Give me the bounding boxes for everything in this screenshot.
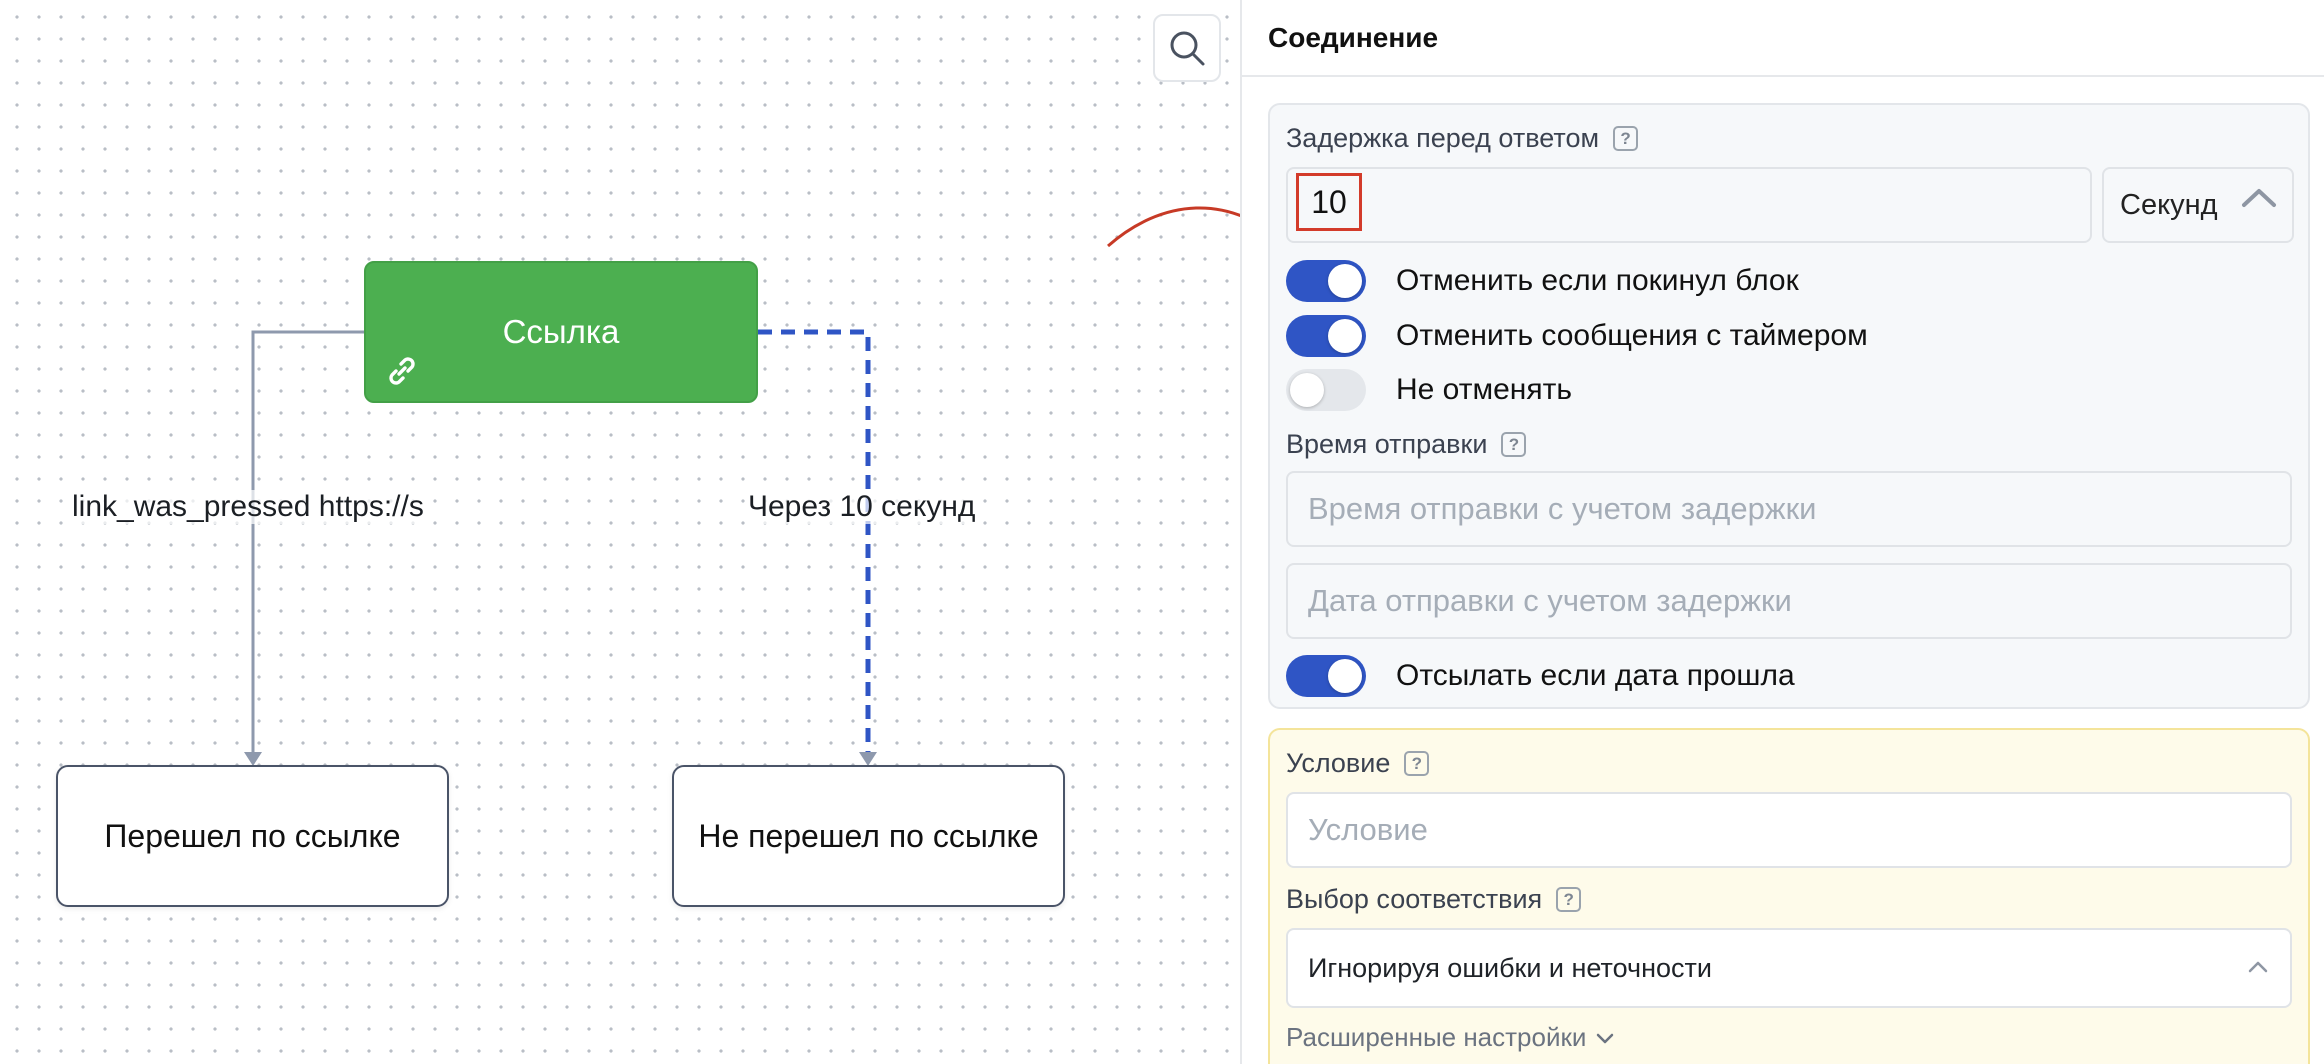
condition-label-row: Условие ?: [1286, 748, 1430, 779]
advanced-settings-label: Расширенные настройки: [1286, 1022, 1587, 1052]
send-date-placeholder: Дата отправки с учетом задержки: [1308, 583, 1792, 618]
node-not-clicked-label: Не перешел по ссылке: [698, 817, 1039, 854]
edge-link-notclicked-arrow: [859, 752, 877, 766]
edge-link-notclicked: [758, 329, 871, 752]
help-icon[interactable]: ?: [1556, 887, 1582, 912]
node-clicked-label: Перешел по ссылке: [104, 817, 401, 854]
node-link[interactable]: Ссылка: [364, 261, 758, 403]
delay-value[interactable]: 10: [1296, 173, 1362, 231]
toggle-row-no-cancel: Не отменять: [1286, 368, 1572, 412]
help-icon[interactable]: ?: [1501, 432, 1527, 457]
link-icon: [389, 357, 415, 385]
connection-panel: Соединение Задержка перед ответом ? 10 С…: [1240, 0, 2324, 1064]
delay-label-row: Задержка перед ответом ?: [1286, 123, 1639, 154]
cancel-if-left-toggle[interactable]: [1286, 260, 1366, 302]
cancel-if-left-label: Отменить если покинул блок: [1396, 264, 1799, 297]
condition-placeholder: Условие: [1308, 812, 1428, 847]
node-clicked[interactable]: Перешел по ссылке: [56, 765, 449, 907]
condition-label: Условие: [1286, 748, 1391, 778]
send-if-date-passed-label: Отсылать если дата прошла: [1396, 659, 1795, 692]
toggle-row-cancel-timer: Отменить сообщения с таймером: [1286, 314, 1868, 358]
help-icon[interactable]: ?: [1404, 751, 1430, 776]
send-time-label-row: Время отправки ?: [1286, 429, 1527, 460]
chevron-down-icon: [1597, 1033, 1614, 1043]
node-link-label: Ссылка: [502, 313, 620, 350]
search-button[interactable]: [1153, 14, 1221, 82]
flow-canvas[interactable]: Ссылка Перешел по ссылке Не перешел по с…: [0, 0, 1240, 1064]
edge-link-clicked: [251, 330, 364, 752]
help-icon[interactable]: ?: [1613, 126, 1639, 151]
no-cancel-toggle[interactable]: [1286, 369, 1366, 411]
send-if-date-passed-toggle[interactable]: [1286, 655, 1366, 697]
toggle-row-send-if-passed: Отсылать если дата прошла: [1286, 654, 1795, 698]
edge-label-clicked[interactable]: link_was_pressed https://s: [72, 490, 424, 524]
delay-unit-label: Секунд: [2120, 188, 2218, 221]
toggle-row-cancel-if-left: Отменить если покинул блок: [1286, 259, 1799, 303]
match-label: Выбор соответствия: [1286, 884, 1543, 914]
advanced-settings-toggle[interactable]: Расширенные настройки: [1286, 1022, 1614, 1053]
condition-section: Условие ? Условие Выбор соответствия ? И…: [1268, 728, 2310, 1064]
cancel-timer-messages-toggle[interactable]: [1286, 315, 1366, 357]
no-cancel-label: Не отменять: [1396, 373, 1572, 406]
match-label-row: Выбор соответствия ?: [1286, 884, 1582, 915]
condition-input[interactable]: Условие: [1286, 792, 2292, 868]
panel-title: Соединение: [1242, 0, 2324, 77]
send-date-input[interactable]: Дата отправки с учетом задержки: [1286, 563, 2292, 639]
match-select[interactable]: Игнорируя ошибки и неточности: [1286, 928, 2292, 1008]
delay-label: Задержка перед ответом: [1286, 123, 1600, 153]
cancel-timer-messages-label: Отменить сообщения с таймером: [1396, 319, 1868, 352]
delay-unit-select[interactable]: Секунд: [2102, 167, 2294, 243]
chevron-up-icon: [2248, 961, 2268, 973]
send-time-placeholder: Время отправки с учетом задержки: [1308, 491, 1817, 526]
match-select-value: Игнорируя ошибки и неточности: [1308, 952, 1712, 983]
chevron-up-icon: [2242, 189, 2276, 207]
search-icon: [1170, 31, 1205, 66]
send-time-input[interactable]: Время отправки с учетом задержки: [1286, 471, 2292, 547]
node-not-clicked[interactable]: Не перешел по ссылке: [672, 765, 1065, 907]
edge-label-timeout[interactable]: Через 10 секунд: [748, 490, 976, 524]
delay-input[interactable]: 10: [1286, 167, 2092, 243]
edge-link-clicked-arrow: [244, 752, 262, 766]
send-time-label: Время отправки: [1286, 429, 1488, 459]
delay-section: Задержка перед ответом ? 10 Секунд Отмен…: [1268, 103, 2310, 709]
